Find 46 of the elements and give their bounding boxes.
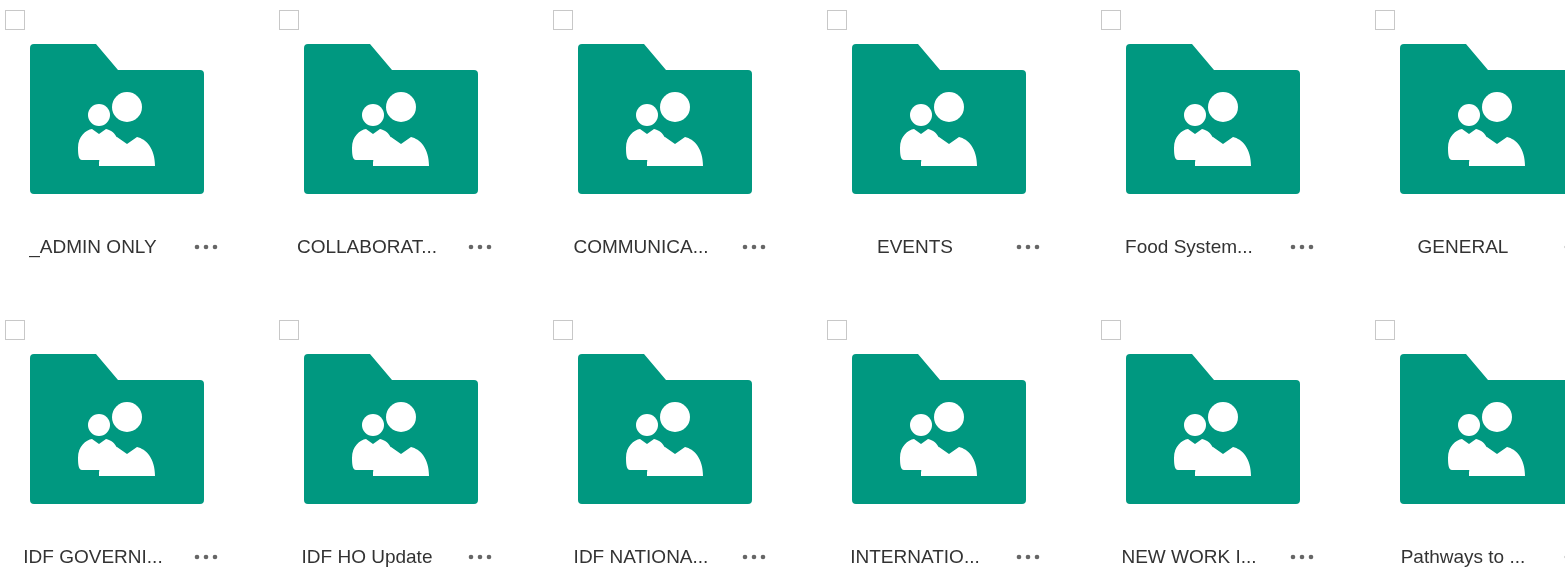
folder-name[interactable]: _ADMIN ONLY <box>0 236 186 258</box>
shared-folder-icon[interactable] <box>578 354 752 504</box>
folder-name[interactable]: GENERAL <box>1370 236 1556 258</box>
checkbox[interactable] <box>827 10 847 30</box>
shared-folder-icon[interactable] <box>1400 44 1565 194</box>
more-options-icon[interactable] <box>742 244 766 250</box>
folder-name[interactable]: IDF HO Update <box>274 546 460 568</box>
shared-folder-icon[interactable] <box>1126 44 1300 194</box>
folder-name[interactable]: EVENTS <box>822 236 1008 258</box>
folder-name[interactable]: COLLABORAT... <box>274 236 460 258</box>
checkbox[interactable] <box>1375 10 1395 30</box>
more-options-icon[interactable] <box>1290 554 1314 560</box>
more-options-icon[interactable] <box>1290 244 1314 250</box>
checkbox[interactable] <box>5 320 25 340</box>
more-options-icon[interactable] <box>468 244 492 250</box>
shared-folder-icon[interactable] <box>852 44 1026 194</box>
checkbox[interactable] <box>553 320 573 340</box>
checkbox[interactable] <box>1101 10 1121 30</box>
folder-name[interactable]: Pathways to ... <box>1370 546 1556 568</box>
checkbox[interactable] <box>279 320 299 340</box>
folder-name[interactable]: COMMUNICA... <box>548 236 734 258</box>
checkbox[interactable] <box>5 10 25 30</box>
shared-folder-icon[interactable] <box>30 44 204 194</box>
shared-folder-icon[interactable] <box>304 354 478 504</box>
checkbox[interactable] <box>1101 320 1121 340</box>
shared-folder-icon[interactable] <box>304 44 478 194</box>
more-options-icon[interactable] <box>1016 554 1040 560</box>
more-options-icon[interactable] <box>468 554 492 560</box>
checkbox[interactable] <box>279 10 299 30</box>
more-options-icon[interactable] <box>1016 244 1040 250</box>
more-options-icon[interactable] <box>742 554 766 560</box>
folder-name[interactable]: IDF NATIONA... <box>548 546 734 568</box>
shared-folder-icon[interactable] <box>852 354 1026 504</box>
more-options-icon[interactable] <box>194 554 218 560</box>
checkbox[interactable] <box>827 320 847 340</box>
shared-folder-icon[interactable] <box>30 354 204 504</box>
folder-name[interactable]: NEW WORK I... <box>1096 546 1282 568</box>
folder-name[interactable]: IDF GOVERNI... <box>0 546 186 568</box>
folder-name[interactable]: Food System... <box>1096 236 1282 258</box>
checkbox[interactable] <box>553 10 573 30</box>
shared-folder-icon[interactable] <box>1126 354 1300 504</box>
folder-name[interactable]: INTERNATIO... <box>822 546 1008 568</box>
shared-folder-icon[interactable] <box>1400 354 1565 504</box>
checkbox[interactable] <box>1375 320 1395 340</box>
shared-folder-icon[interactable] <box>578 44 752 194</box>
more-options-icon[interactable] <box>194 244 218 250</box>
